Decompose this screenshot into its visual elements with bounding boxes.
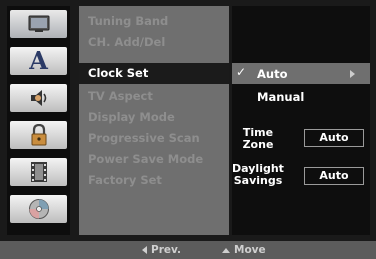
menu-item-progressive-scan[interactable]: Progressive Scan xyxy=(79,128,229,149)
chevron-right-icon xyxy=(350,70,355,78)
speaker-icon[interactable] xyxy=(10,84,67,112)
option-manual[interactable]: Manual xyxy=(257,90,304,104)
footer-prev: Prev. xyxy=(142,243,181,257)
daylight-savings-label-line2: Savings xyxy=(233,174,283,187)
time-zone-label-line2: Zone xyxy=(242,138,274,151)
time-zone-label: Time Zone xyxy=(232,127,284,151)
daylight-savings-label: Daylight Savings xyxy=(232,163,284,187)
menu-item-tuning-band[interactable]: Tuning Band xyxy=(79,11,229,32)
language-glyph: A xyxy=(29,46,48,75)
menu-item-factory-set[interactable]: Factory Set xyxy=(79,170,229,191)
footer-move: Move xyxy=(222,243,266,257)
lock-icon[interactable] xyxy=(10,121,67,149)
footer-prev-label: Prev. xyxy=(151,244,181,256)
menu-item-ch-add-del[interactable]: CH. Add/Del xyxy=(79,32,229,53)
settings-menu-panel: Tuning Band CH. Add/Del Clock Set TV Asp… xyxy=(79,6,229,235)
time-zone-value[interactable]: Auto xyxy=(304,129,364,147)
film-icon[interactable] xyxy=(10,158,67,186)
menu-item-clock-set[interactable]: Clock Set xyxy=(79,63,229,84)
menu-item-power-save-mode[interactable]: Power Save Mode xyxy=(79,149,229,170)
language-icon[interactable]: A xyxy=(10,47,67,75)
checkmark-icon: ✓ xyxy=(236,65,247,79)
up-arrow-icon xyxy=(222,247,230,253)
menu-item-display-mode[interactable]: Display Mode xyxy=(79,107,229,128)
tv-icon[interactable] xyxy=(10,10,67,38)
menu-item-tv-aspect[interactable]: TV Aspect xyxy=(79,86,229,107)
option-auto-label: Auto xyxy=(257,67,288,81)
disc-icon[interactable] xyxy=(10,195,67,223)
setup-menu: A Tuning Band CH. Add/Del Clock Set TV A… xyxy=(0,0,376,259)
left-arrow-icon xyxy=(142,246,147,254)
footer-bar: Prev. Move xyxy=(0,241,376,259)
daylight-savings-value[interactable]: Auto xyxy=(304,167,364,185)
footer-move-label: Move xyxy=(234,244,266,256)
category-icon-column: A xyxy=(7,6,70,235)
options-panel: ✓ Auto Manual Time Zone Auto Daylight Sa… xyxy=(232,6,370,235)
